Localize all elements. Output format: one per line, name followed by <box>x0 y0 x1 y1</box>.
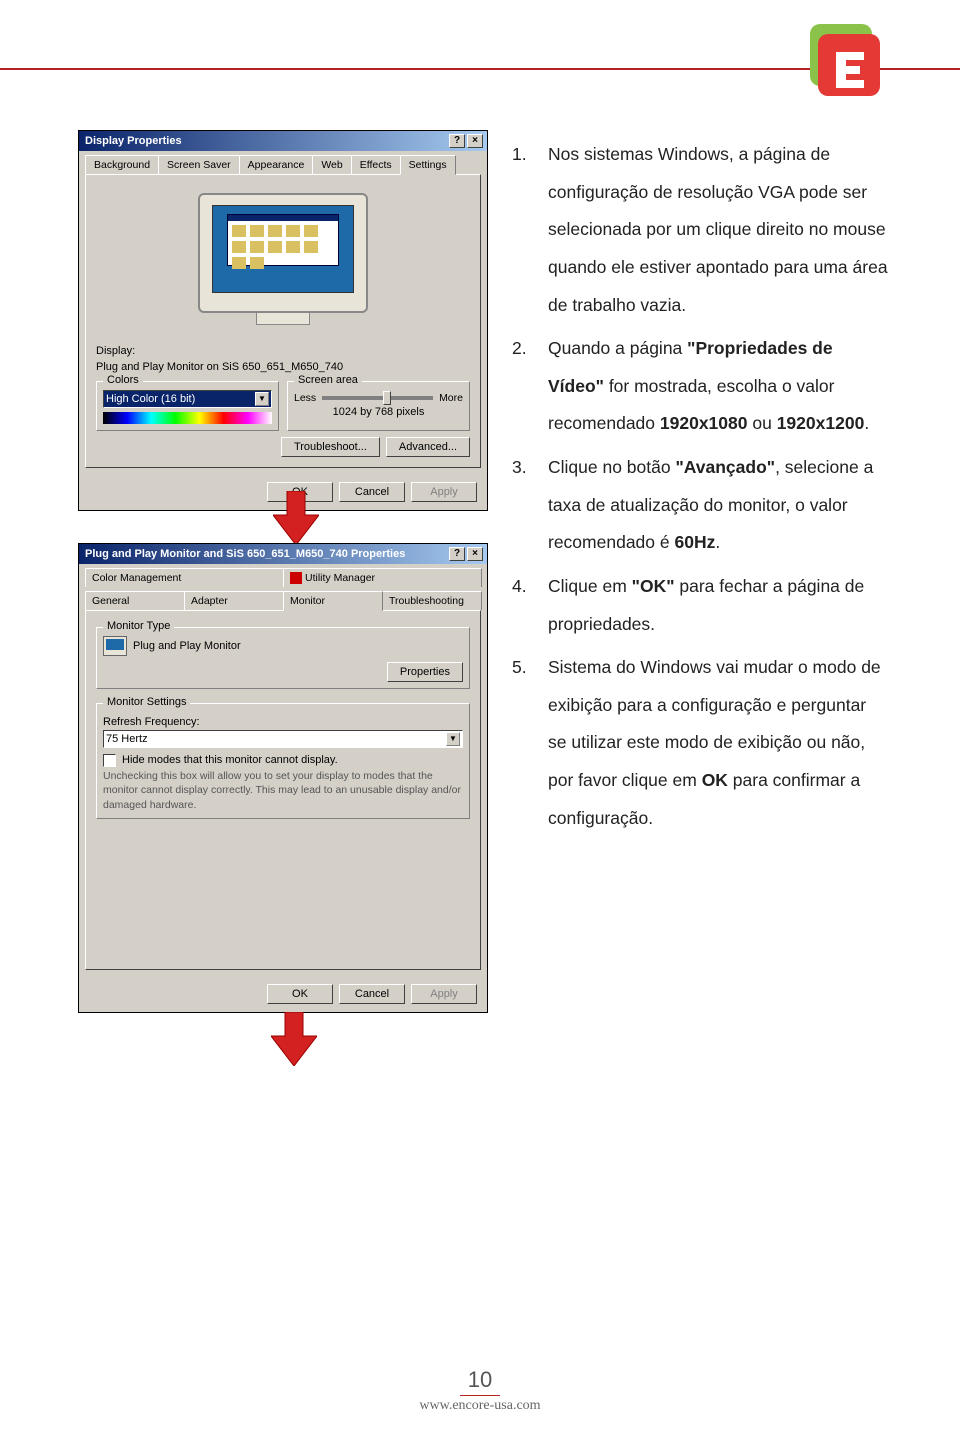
instruction-text: Clique em "OK" para fechar a página de p… <box>548 568 888 643</box>
tab-web[interactable]: Web <box>312 155 351 174</box>
help-icon[interactable]: ? <box>449 134 465 148</box>
chevron-down-icon[interactable]: ▼ <box>446 732 460 746</box>
apply-button[interactable]: Apply <box>411 482 477 502</box>
footer-url: www.encore-usa.com <box>0 1398 960 1414</box>
tab-panel: Display: Plug and Play Monitor on SiS 65… <box>85 174 481 468</box>
instruction-text: Nos sistemas Windows, a página de config… <box>548 136 888 324</box>
cancel-button[interactable]: Cancel <box>339 482 405 502</box>
resolution-value: 1024 by 768 pixels <box>294 406 463 418</box>
red-arrow-icon <box>273 491 319 545</box>
monitor-type-value: Plug and Play Monitor <box>133 640 241 652</box>
properties-button[interactable]: Properties <box>387 662 463 682</box>
tab-monitor[interactable]: Monitor <box>283 591 383 611</box>
instruction-text: Sistema do Windows vai mudar o modo de e… <box>548 649 888 837</box>
instructions: 1.Nos sistemas Windows, a página de conf… <box>512 130 888 1013</box>
monitor-icon <box>103 636 127 656</box>
close-icon[interactable]: × <box>467 547 483 561</box>
more-label: More <box>439 392 463 404</box>
page-number: 10 <box>460 1367 500 1396</box>
display-value: Plug and Play Monitor on SiS 650_651_M65… <box>96 361 470 373</box>
tab-troubleshooting[interactable]: Troubleshooting <box>382 591 482 610</box>
instruction-number: 5. <box>512 649 534 837</box>
refresh-combo[interactable]: 75 Hertz ▼ <box>103 730 463 748</box>
titlebar-text: Plug and Play Monitor and SiS 650_651_M6… <box>85 548 405 560</box>
footer: 10 www.encore-usa.com <box>0 1367 960 1414</box>
instruction-item: 1.Nos sistemas Windows, a página de conf… <box>512 136 888 324</box>
troubleshoot-button[interactable]: Troubleshoot... <box>281 437 380 457</box>
logo <box>800 18 888 106</box>
titlebar: Display Properties ? × <box>79 131 487 151</box>
monitor-type-label: Monitor Type <box>103 620 174 632</box>
monitor-settings-group: Monitor Settings Refresh Frequency: 75 H… <box>96 703 470 819</box>
instruction-item: 5.Sistema do Windows vai mudar o modo de… <box>512 649 888 837</box>
screen-area-group: Screen area Less More 1024 by 768 pixels <box>287 381 470 431</box>
tab-general[interactable]: General <box>85 591 185 610</box>
tab-effects[interactable]: Effects <box>351 155 401 174</box>
titlebar: Plug and Play Monitor and SiS 650_651_M6… <box>79 544 487 564</box>
monitor-illustration <box>198 193 368 333</box>
resolution-slider[interactable] <box>322 396 433 400</box>
instruction-number: 4. <box>512 568 534 643</box>
instruction-list: 1.Nos sistemas Windows, a página de conf… <box>512 136 888 837</box>
tab-utility-manager[interactable]: Utility Manager <box>283 568 482 587</box>
tab-color-management[interactable]: Color Management <box>85 568 284 587</box>
dialog-buttons: OK Cancel Apply <box>79 976 487 1012</box>
monitor-properties-dialog: Plug and Play Monitor and SiS 650_651_M6… <box>78 543 488 1013</box>
instruction-item: 2.Quando a página "Propriedades de Vídeo… <box>512 330 888 443</box>
hint-text: Unchecking this box will allow you to se… <box>103 769 463 812</box>
tab-settings[interactable]: Settings <box>400 155 456 175</box>
sis-icon <box>290 572 302 584</box>
refresh-value: 75 Hertz <box>106 733 148 745</box>
display-properties-dialog: Display Properties ? × Background Screen… <box>78 130 488 511</box>
instruction-number: 2. <box>512 330 534 443</box>
cancel-button[interactable]: Cancel <box>339 984 405 1004</box>
slider-thumb[interactable] <box>383 391 391 405</box>
instruction-number: 1. <box>512 136 534 324</box>
hide-modes-checkbox[interactable] <box>103 754 116 767</box>
close-icon[interactable]: × <box>467 134 483 148</box>
tab-screen-saver[interactable]: Screen Saver <box>158 155 240 174</box>
colors-value: High Color (16 bit) <box>106 393 195 405</box>
tab-appearance[interactable]: Appearance <box>239 155 314 174</box>
tab-strip-row2: General Adapter Monitor Troubleshooting <box>79 587 487 610</box>
chevron-down-icon[interactable]: ▼ <box>255 392 269 406</box>
instruction-item: 3.Clique no botão "Avançado", selecione … <box>512 449 888 562</box>
instruction-text: Clique no botão "Avançado", selecione a … <box>548 449 888 562</box>
monitor-settings-label: Monitor Settings <box>103 696 190 708</box>
tab-panel: Monitor Type Plug and Play Monitor Prope… <box>85 610 481 970</box>
tab-adapter[interactable]: Adapter <box>184 591 284 610</box>
advanced-button[interactable]: Advanced... <box>386 437 470 457</box>
instruction-text: Quando a página "Propriedades de Vídeo" … <box>548 330 888 443</box>
monitor-type-group: Monitor Type Plug and Play Monitor Prope… <box>96 627 470 689</box>
colors-combo[interactable]: High Color (16 bit) ▼ <box>103 390 272 408</box>
instruction-item: 4.Clique em "OK" para fechar a página de… <box>512 568 888 643</box>
hide-modes-label: Hide modes that this monitor cannot disp… <box>122 754 338 766</box>
color-gradient <box>103 412 272 424</box>
help-icon[interactable]: ? <box>449 547 465 561</box>
screen-area-label: Screen area <box>294 374 362 386</box>
colors-label: Colors <box>103 374 143 386</box>
tab-strip-row1: Color Management Utility Manager <box>79 564 487 587</box>
instruction-number: 3. <box>512 449 534 562</box>
apply-button[interactable]: Apply <box>411 984 477 1004</box>
red-arrow-icon <box>271 1012 317 1066</box>
less-label: Less <box>294 392 316 404</box>
tab-background[interactable]: Background <box>85 155 159 174</box>
ok-button[interactable]: OK <box>267 984 333 1004</box>
colors-group: Colors High Color (16 bit) ▼ <box>96 381 279 431</box>
tab-strip: Background Screen Saver Appearance Web E… <box>79 151 487 174</box>
titlebar-text: Display Properties <box>85 135 182 147</box>
display-label: Display: <box>96 345 470 357</box>
refresh-label: Refresh Frequency: <box>103 716 463 728</box>
